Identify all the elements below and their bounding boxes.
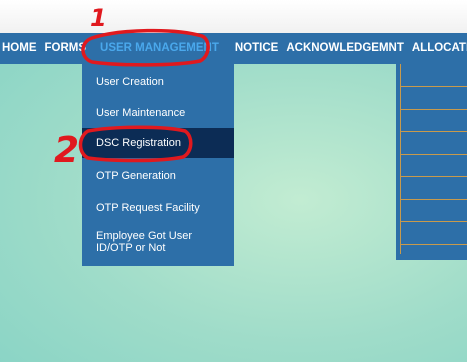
menu-item-label: Employee Got User ID/OTP or Not: [96, 230, 192, 254]
menu-item-label: User Maintenance: [96, 107, 186, 119]
nav-allocate-application[interactable]: ALLOCATE APPL: [408, 33, 467, 64]
menu-item-label: DSC Registration: [96, 137, 181, 149]
menu-item-employee-got-user-id[interactable]: Employee Got User ID/OTP or Not: [82, 230, 234, 260]
annotation-number-2: 2: [54, 130, 79, 171]
panel-row-divider: [400, 86, 467, 87]
menu-item-otp-generation[interactable]: OTP Generation: [82, 160, 234, 192]
nav-notice[interactable]: NOTICE: [231, 33, 282, 64]
menu-item-user-creation[interactable]: User Creation: [82, 64, 234, 96]
nav-user-management[interactable]: USER MANAGEMENT: [96, 33, 223, 64]
menu-item-label: OTP Request Facility: [96, 202, 200, 214]
nav-acknowledgement[interactable]: ACKNOWLEDGEMNT: [282, 33, 408, 64]
panel-frame: [400, 64, 467, 254]
panel-row-divider: [400, 131, 467, 132]
panel-row-divider: [400, 244, 467, 245]
panel-row-divider: [400, 199, 467, 200]
panel-row-divider: [400, 109, 467, 110]
user-management-dropdown: User Creation User Maintenance DSC Regis…: [82, 64, 234, 266]
menu-item-label: User Creation: [96, 76, 164, 88]
main-navigation-bar: HOME FORMS USER MANAGEMENT NOTICE ACKNOW…: [0, 33, 467, 64]
allocate-submenu-panel: [396, 64, 467, 260]
menu-item-label: OTP Generation: [96, 170, 176, 182]
menu-item-otp-request-facility[interactable]: OTP Request Facility: [82, 192, 234, 224]
panel-row-divider: [400, 154, 467, 155]
nav-home[interactable]: HOME: [0, 33, 41, 64]
menu-item-dsc-registration[interactable]: DSC Registration: [82, 128, 234, 158]
menu-item-user-maintenance[interactable]: User Maintenance: [82, 96, 234, 128]
panel-row-divider: [400, 221, 467, 222]
panel-row-divider: [400, 176, 467, 177]
top-header-bar: [0, 0, 467, 33]
nav-forms[interactable]: FORMS: [41, 33, 91, 64]
